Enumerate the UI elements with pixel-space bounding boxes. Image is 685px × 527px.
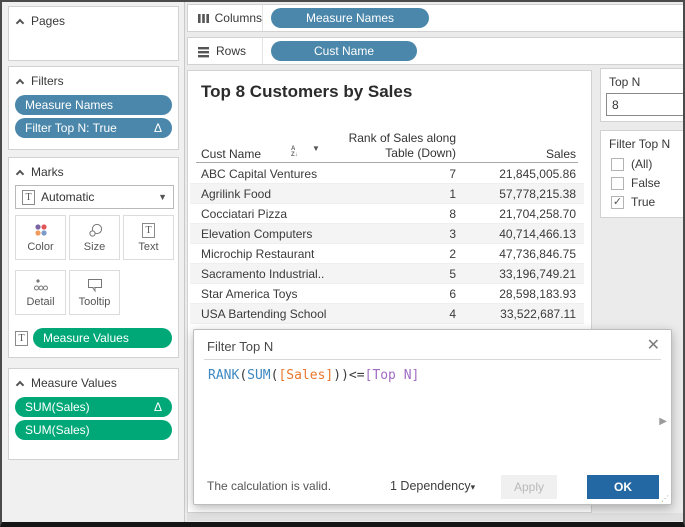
encoding-pill-measure-values[interactable]: Measure Values [33, 328, 172, 348]
text-icon: T [142, 223, 155, 238]
chevron-down-icon[interactable]: ▼ [158, 192, 167, 202]
measure-values-header: Measure Values [9, 369, 178, 394]
columns-shelf: Columns Measure Names [187, 4, 685, 32]
table-row[interactable]: USA Bartending School 4 33,522,687.11 [190, 304, 584, 324]
formula-token: )) [333, 368, 349, 383]
measure-pill-sum-sales-2[interactable]: SUM(Sales) [15, 420, 172, 440]
formula-editor[interactable]: RANK(SUM([Sales]))<=[Top N] [208, 368, 419, 383]
rows-icon [197, 45, 210, 58]
formula-token: ( [239, 368, 247, 383]
size-icon [87, 222, 103, 238]
mark-type-value: Automatic [41, 190, 94, 204]
resize-grip-icon[interactable]: ⋰ [661, 494, 669, 503]
formula-token: [Top N] [365, 368, 420, 383]
checkbox-icon[interactable]: ✓ [611, 158, 624, 171]
filter-option-true[interactable]: ✓ True [611, 195, 655, 209]
dialog-divider [204, 359, 661, 360]
collapse-chevron-icon[interactable] [16, 18, 24, 26]
rows-pill-cust-name[interactable]: Cust Name [271, 41, 417, 61]
close-icon[interactable]: ✕ [647, 335, 660, 355]
pages-header: Pages [9, 7, 178, 32]
color-button[interactable]: Color [15, 215, 66, 260]
tooltip-button[interactable]: Tooltip [69, 270, 120, 315]
filters-header: Filters [9, 67, 178, 92]
detail-icon [33, 277, 49, 293]
chevron-down-icon: ▾ [471, 482, 476, 492]
bottom-scroll-area [187, 513, 683, 521]
header-divider [196, 162, 578, 163]
filters-card: Filters Measure Names Filter Top N: True… [8, 66, 179, 150]
filters-title: Filters [31, 74, 64, 88]
top-n-input[interactable] [606, 93, 685, 116]
apply-button[interactable]: Apply [501, 475, 557, 499]
sort-az-icon[interactable]: AZ↓ [291, 146, 298, 158]
measure-values-title: Measure Values [31, 376, 117, 390]
rows-shelf-label: Rows [188, 38, 263, 64]
measure-pill-sum-sales-1[interactable]: SUM(Sales) Δ [15, 397, 172, 417]
detail-button[interactable]: Detail [15, 270, 66, 315]
marks-title: Marks [31, 165, 64, 179]
table-row[interactable]: Microchip Restaurant 2 47,736,846.75 [190, 244, 584, 264]
left-panel: Pages Filters Measure Names Filter Top N… [2, 2, 185, 522]
table-row[interactable]: Cocciatari Pizza 8 21,704,258.70 [190, 204, 584, 224]
formula-token: <= [349, 368, 365, 383]
filter-card-title: Filter Top N [609, 137, 670, 151]
tableau-workspace: Pages Filters Measure Names Filter Top N… [0, 0, 685, 527]
marks-header: Marks [9, 158, 178, 183]
ok-button[interactable]: OK [587, 475, 659, 499]
expand-panel-arrow-icon[interactable]: ▶ [659, 416, 667, 427]
columns-shelf-label: Columns [188, 5, 263, 31]
rows-shelf: Rows Cust Name [187, 37, 685, 65]
color-icon [33, 222, 49, 238]
sheet-title: Top 8 Customers by Sales [201, 82, 412, 102]
table-row[interactable]: Agrilink Food 1 57,778,215.38 [190, 184, 584, 204]
table-row[interactable]: Sacramento Industrial.. 5 33,196,749.21 [190, 264, 584, 284]
filter-top-n-card: Filter Top N ✓ (All) ✓ False ✓ True [600, 130, 685, 218]
calculation-status: The calculation is valid. [207, 479, 331, 493]
pages-title: Pages [31, 14, 65, 28]
formula-token: SUM [247, 368, 270, 383]
checkbox-checked-icon[interactable]: ✓ [611, 196, 624, 209]
columns-icon [197, 12, 209, 25]
calculation-editor-dialog: Filter Top N ✕ RANK(SUM([Sales]))<=[Top … [193, 329, 672, 505]
size-button[interactable]: Size [69, 215, 120, 260]
table-calc-delta-icon: Δ [154, 400, 162, 414]
col-header-cust-name[interactable]: Cust Name [201, 147, 261, 161]
table-body: ABC Capital Ventures 7 21,845,005.86 Agr… [190, 164, 584, 324]
text-mark-icon: T [22, 190, 35, 205]
tooltip-icon [86, 277, 104, 293]
text-encoding-icon: T [15, 331, 28, 346]
filter-option-false[interactable]: ✓ False [611, 176, 660, 190]
checkbox-icon[interactable]: ✓ [611, 177, 624, 190]
mark-type-dropdown[interactable]: T Automatic ▼ [15, 185, 174, 209]
table-calc-delta-icon: Δ [154, 121, 162, 135]
table-row[interactable]: ABC Capital Ventures 7 21,845,005.86 [190, 164, 584, 184]
formula-token: [Sales] [278, 368, 333, 383]
table-row[interactable]: Star America Toys 6 28,598,183.93 [190, 284, 584, 304]
formula-token: RANK [208, 368, 239, 383]
col-header-rank[interactable]: Rank of Sales along Table (Down) [306, 131, 456, 161]
text-encoding-row: T Measure Values [15, 328, 172, 348]
filter-pill-measure-names[interactable]: Measure Names [15, 95, 172, 115]
collapse-chevron-icon[interactable] [16, 169, 24, 177]
text-button[interactable]: T Text [123, 215, 174, 260]
filter-pill-filter-top-n[interactable]: Filter Top N: True Δ [15, 118, 172, 138]
dialog-title: Filter Top N [207, 339, 273, 354]
marks-card: Marks T Automatic ▼ Color Size [8, 157, 179, 358]
col-header-sales[interactable]: Sales [456, 147, 576, 161]
columns-pill-measure-names[interactable]: Measure Names [271, 8, 429, 28]
measure-values-card: Measure Values SUM(Sales) Δ SUM(Sales) [8, 368, 179, 460]
collapse-chevron-icon[interactable] [16, 78, 24, 86]
pages-card: Pages [8, 6, 179, 61]
collapse-chevron-icon[interactable] [16, 380, 24, 388]
parameter-title: Top N [609, 75, 640, 89]
table-row[interactable]: Elevation Computers 3 40,714,466.13 [190, 224, 584, 244]
dependency-dropdown[interactable]: 1 Dependency▾ [390, 479, 475, 493]
filter-option-all[interactable]: ✓ (All) [611, 157, 652, 171]
top-n-parameter-card: Top N [600, 68, 685, 122]
